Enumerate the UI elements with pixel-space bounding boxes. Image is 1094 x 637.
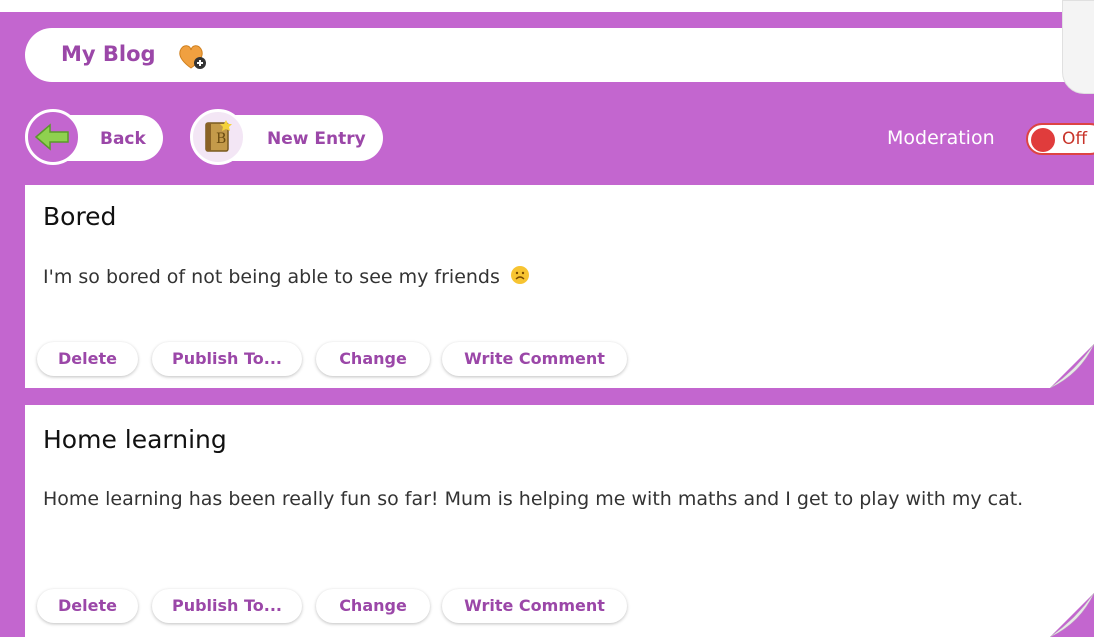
entry-title: Home learning — [43, 425, 227, 454]
moderation-toggle[interactable]: Off — [1026, 123, 1094, 155]
change-button[interactable]: Change — [316, 589, 430, 623]
moderation-label: Moderation — [887, 127, 995, 149]
page-curl-icon — [1050, 344, 1094, 388]
delete-button[interactable]: Delete — [37, 342, 138, 376]
write-comment-button[interactable]: Write Comment — [442, 589, 627, 623]
change-button[interactable]: Change — [316, 342, 430, 376]
back-button-circle — [25, 109, 81, 165]
entry-body: I'm so bored of not being able to see my… — [43, 263, 1083, 291]
moderation-state: Off — [1062, 129, 1088, 149]
write-comment-button[interactable]: Write Comment — [442, 342, 627, 376]
entry-title: Bored — [43, 202, 117, 231]
back-label: Back — [100, 129, 146, 149]
publish-button[interactable]: Publish To... — [152, 589, 302, 623]
new-entry-button[interactable]: B New Entry — [190, 109, 383, 165]
entry-body-text: I'm so bored of not being able to see my… — [43, 266, 500, 288]
new-entry-label: New Entry — [267, 129, 366, 149]
svg-text:B: B — [216, 131, 226, 147]
book-icon: B — [205, 120, 232, 152]
blog-entry-card: Home learning Home learning has been rea… — [25, 405, 1094, 637]
blog-entry-card: Bored I'm so bored of not being able to … — [25, 185, 1094, 388]
sad-face-icon — [510, 266, 529, 284]
publish-button[interactable]: Publish To... — [152, 342, 302, 376]
corner-decoration — [1062, 0, 1094, 94]
arrow-left-icon — [34, 123, 69, 151]
entry-body: Home learning has been really fun so far… — [43, 488, 1024, 510]
title-bar: My Blog — [25, 28, 1094, 82]
delete-button[interactable]: Delete — [37, 589, 138, 623]
toggle-knob — [1031, 128, 1055, 152]
back-button[interactable]: Back — [25, 109, 163, 165]
page-title: My Blog — [61, 42, 156, 66]
page-curl-icon — [1050, 593, 1094, 637]
new-entry-button-circle: B — [190, 109, 246, 165]
heart-plus-icon[interactable] — [178, 44, 208, 70]
